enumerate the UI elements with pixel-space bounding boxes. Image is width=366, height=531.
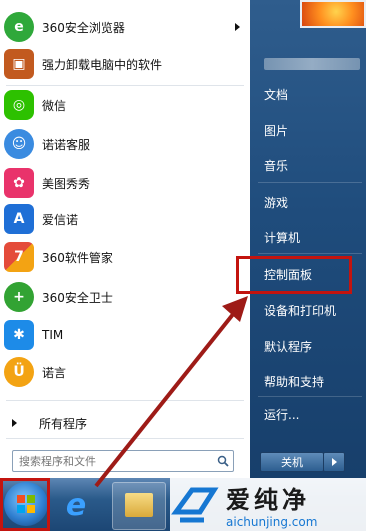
annotation-arrow	[94, 296, 248, 488]
